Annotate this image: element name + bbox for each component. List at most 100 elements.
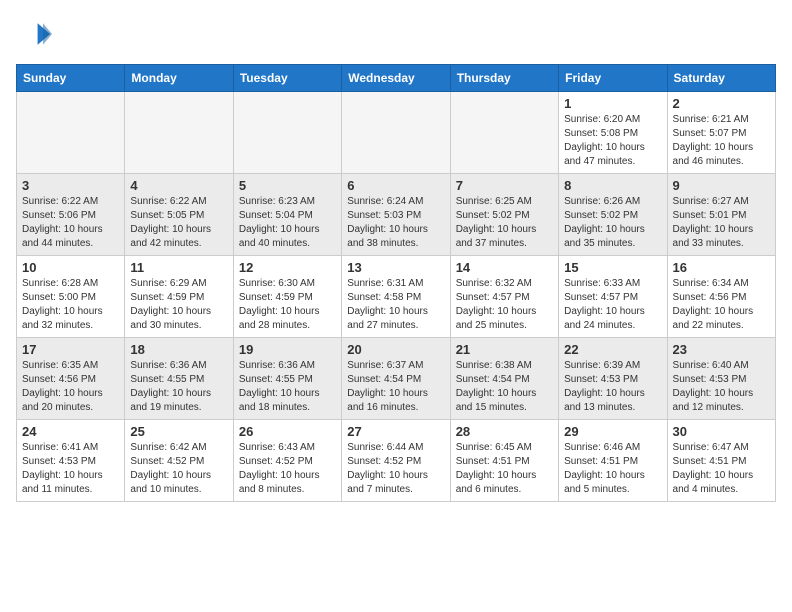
calendar-day: 2Sunrise: 6:21 AM Sunset: 5:07 PM Daylig…: [667, 92, 775, 174]
day-info: Sunrise: 6:25 AM Sunset: 5:02 PM Dayligh…: [456, 195, 553, 251]
page-header: [16, 16, 776, 52]
day-info: Sunrise: 6:27 AM Sunset: 5:01 PM Dayligh…: [673, 195, 770, 251]
calendar-week-row: 24 Sunrise: 6:41 AM Sunset: 4:53 PM Dayli…: [17, 420, 776, 502]
weekday-header-saturday: Saturday: [667, 65, 775, 92]
day-number: 30: [673, 424, 770, 439]
calendar-day: [17, 92, 125, 174]
day-info: Sunrise: 6:36 AM Sunset: 4:55 PM Dayligh…: [239, 359, 336, 415]
day-number: 3: [22, 178, 119, 193]
day-number: 10: [22, 260, 119, 275]
day-info: Sunrise: 6:39 AM Sunset: 4:53 PM Dayligh…: [564, 359, 661, 415]
day-number: 23: [673, 342, 770, 357]
calendar-day: 14 Sunrise: 6:32 AM Sunset: 4:57 PM Dayli…: [450, 256, 558, 338]
calendar-week-row: 1 Sunrise: 6:20 AM Sunset: 5:08 PM Daylig…: [17, 92, 776, 174]
weekday-header-row: SundayMondayTuesdayWednesdayThursdayFrid…: [17, 65, 776, 92]
calendar-day: 13 Sunrise: 6:31 AM Sunset: 4:58 PM Dayli…: [342, 256, 450, 338]
day-number: 11: [130, 260, 227, 275]
day-info: Sunrise: 6:44 AM Sunset: 4:52 PM Dayligh…: [347, 441, 444, 497]
day-info: Sunrise: 6:22 AM Sunset: 5:05 PM Dayligh…: [130, 195, 227, 251]
day-number: 4: [130, 178, 227, 193]
calendar-day: 21 Sunrise: 6:38 AM Sunset: 4:54 PM Dayli…: [450, 338, 558, 420]
calendar-day: 9 Sunrise: 6:27 AM Sunset: 5:01 PM Daylig…: [667, 174, 775, 256]
day-number: 20: [347, 342, 444, 357]
day-number: 21: [456, 342, 553, 357]
calendar-day: 10 Sunrise: 6:28 AM Sunset: 5:00 PM Dayli…: [17, 256, 125, 338]
weekday-header-wednesday: Wednesday: [342, 65, 450, 92]
calendar-day: 12 Sunrise: 6:30 AM Sunset: 4:59 PM Dayli…: [233, 256, 341, 338]
calendar-day: 5 Sunrise: 6:23 AM Sunset: 5:04 PM Daylig…: [233, 174, 341, 256]
calendar-day: [342, 92, 450, 174]
calendar-header: SundayMondayTuesdayWednesdayThursdayFrid…: [17, 65, 776, 92]
calendar-day: [450, 92, 558, 174]
weekday-header-monday: Monday: [125, 65, 233, 92]
calendar-week-row: 17 Sunrise: 6:35 AM Sunset: 4:56 PM Dayli…: [17, 338, 776, 420]
day-info: Sunrise: 6:30 AM Sunset: 4:59 PM Dayligh…: [239, 277, 336, 333]
weekday-header-friday: Friday: [559, 65, 667, 92]
day-number: 16: [673, 260, 770, 275]
day-number: 7: [456, 178, 553, 193]
day-info: Sunrise: 6:32 AM Sunset: 4:57 PM Dayligh…: [456, 277, 553, 333]
calendar-day: 27 Sunrise: 6:44 AM Sunset: 4:52 PM Dayli…: [342, 420, 450, 502]
calendar-day: 11 Sunrise: 6:29 AM Sunset: 4:59 PM Dayli…: [125, 256, 233, 338]
day-number: 5: [239, 178, 336, 193]
day-info: Sunrise: 6:22 AM Sunset: 5:06 PM Dayligh…: [22, 195, 119, 251]
day-info: Sunrise: 6:20 AM Sunset: 5:08 PM Dayligh…: [564, 113, 661, 169]
day-number: 2: [673, 96, 770, 111]
day-info: Sunrise: 6:31 AM Sunset: 4:58 PM Dayligh…: [347, 277, 444, 333]
calendar-day: 20 Sunrise: 6:37 AM Sunset: 4:54 PM Dayli…: [342, 338, 450, 420]
day-info: Sunrise: 6:37 AM Sunset: 4:54 PM Dayligh…: [347, 359, 444, 415]
day-number: 19: [239, 342, 336, 357]
calendar-day: 16 Sunrise: 6:34 AM Sunset: 4:56 PM Dayli…: [667, 256, 775, 338]
day-number: 12: [239, 260, 336, 275]
day-number: 29: [564, 424, 661, 439]
logo-icon: [16, 16, 52, 52]
day-info: Sunrise: 6:26 AM Sunset: 5:02 PM Dayligh…: [564, 195, 661, 251]
day-info: Sunrise: 6:35 AM Sunset: 4:56 PM Dayligh…: [22, 359, 119, 415]
day-number: 1: [564, 96, 661, 111]
day-number: 14: [456, 260, 553, 275]
calendar-day: 6Sunrise: 6:24 AM Sunset: 5:03 PM Daylig…: [342, 174, 450, 256]
day-info: Sunrise: 6:40 AM Sunset: 4:53 PM Dayligh…: [673, 359, 770, 415]
day-number: 26: [239, 424, 336, 439]
day-number: 17: [22, 342, 119, 357]
calendar-day: 4 Sunrise: 6:22 AM Sunset: 5:05 PM Daylig…: [125, 174, 233, 256]
day-info: Sunrise: 6:28 AM Sunset: 5:00 PM Dayligh…: [22, 277, 119, 333]
calendar-day: [233, 92, 341, 174]
day-info: Sunrise: 6:45 AM Sunset: 4:51 PM Dayligh…: [456, 441, 553, 497]
calendar-day: 22 Sunrise: 6:39 AM Sunset: 4:53 PM Dayli…: [559, 338, 667, 420]
calendar-day: 15Sunrise: 6:33 AM Sunset: 4:57 PM Dayli…: [559, 256, 667, 338]
weekday-header-sunday: Sunday: [17, 65, 125, 92]
calendar-day: 25Sunrise: 6:42 AM Sunset: 4:52 PM Dayli…: [125, 420, 233, 502]
weekday-header-thursday: Thursday: [450, 65, 558, 92]
day-number: 8: [564, 178, 661, 193]
calendar-day: 29 Sunrise: 6:46 AM Sunset: 4:51 PM Dayli…: [559, 420, 667, 502]
calendar-day: 18 Sunrise: 6:36 AM Sunset: 4:55 PM Dayli…: [125, 338, 233, 420]
day-info: Sunrise: 6:34 AM Sunset: 4:56 PM Dayligh…: [673, 277, 770, 333]
day-info: Sunrise: 6:24 AM Sunset: 5:03 PM Dayligh…: [347, 195, 444, 251]
day-info: Sunrise: 6:36 AM Sunset: 4:55 PM Dayligh…: [130, 359, 227, 415]
calendar-week-row: 10 Sunrise: 6:28 AM Sunset: 5:00 PM Dayli…: [17, 256, 776, 338]
day-info: Sunrise: 6:29 AM Sunset: 4:59 PM Dayligh…: [130, 277, 227, 333]
calendar-day: 19 Sunrise: 6:36 AM Sunset: 4:55 PM Dayli…: [233, 338, 341, 420]
day-info: Sunrise: 6:23 AM Sunset: 5:04 PM Dayligh…: [239, 195, 336, 251]
logo: [16, 16, 56, 52]
calendar-day: 28 Sunrise: 6:45 AM Sunset: 4:51 PM Dayli…: [450, 420, 558, 502]
day-number: 9: [673, 178, 770, 193]
calendar-day: 3 Sunrise: 6:22 AM Sunset: 5:06 PM Daylig…: [17, 174, 125, 256]
day-number: 27: [347, 424, 444, 439]
day-number: 28: [456, 424, 553, 439]
day-number: 13: [347, 260, 444, 275]
day-info: Sunrise: 6:38 AM Sunset: 4:54 PM Dayligh…: [456, 359, 553, 415]
day-number: 24: [22, 424, 119, 439]
day-info: Sunrise: 6:42 AM Sunset: 4:52 PM Dayligh…: [130, 441, 227, 497]
day-info: Sunrise: 6:41 AM Sunset: 4:53 PM Dayligh…: [22, 441, 119, 497]
day-info: Sunrise: 6:33 AM Sunset: 4:57 PM Dayligh…: [564, 277, 661, 333]
day-number: 18: [130, 342, 227, 357]
calendar-day: 7 Sunrise: 6:25 AM Sunset: 5:02 PM Daylig…: [450, 174, 558, 256]
calendar-day: 26 Sunrise: 6:43 AM Sunset: 4:52 PM Dayli…: [233, 420, 341, 502]
day-number: 22: [564, 342, 661, 357]
day-info: Sunrise: 6:43 AM Sunset: 4:52 PM Dayligh…: [239, 441, 336, 497]
calendar-table: SundayMondayTuesdayWednesdayThursdayFrid…: [16, 64, 776, 502]
calendar-day: 17 Sunrise: 6:35 AM Sunset: 4:56 PM Dayli…: [17, 338, 125, 420]
day-info: Sunrise: 6:46 AM Sunset: 4:51 PM Dayligh…: [564, 441, 661, 497]
